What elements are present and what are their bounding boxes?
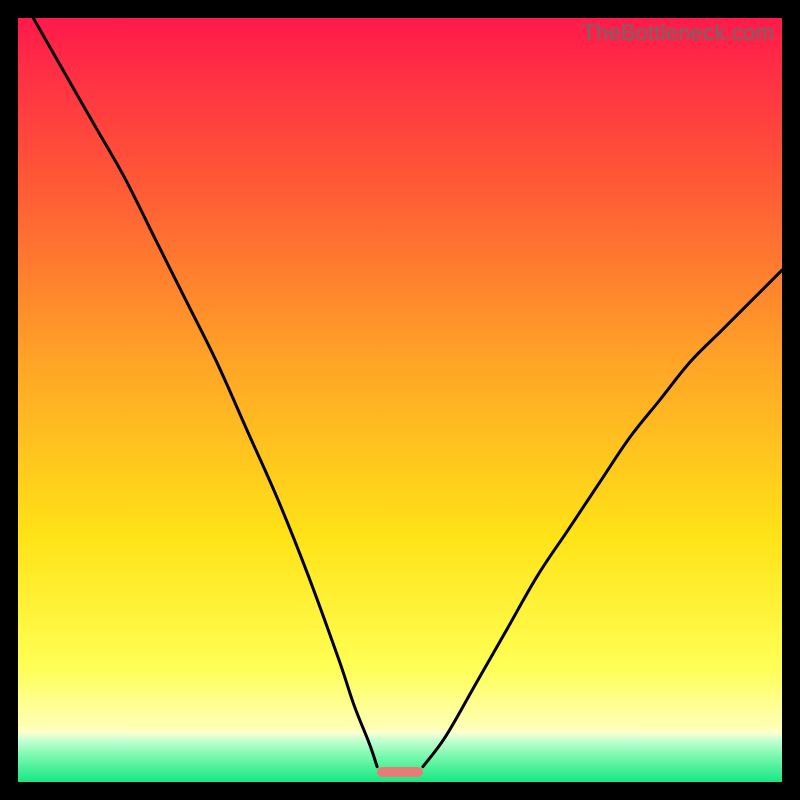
bottleneck-marker: [377, 767, 423, 777]
watermark-text: TheBottleneck.com: [582, 20, 774, 46]
chart-background: [18, 18, 782, 782]
chart-frame: TheBottleneck.com: [18, 18, 782, 782]
gradient-rect: [18, 18, 782, 782]
